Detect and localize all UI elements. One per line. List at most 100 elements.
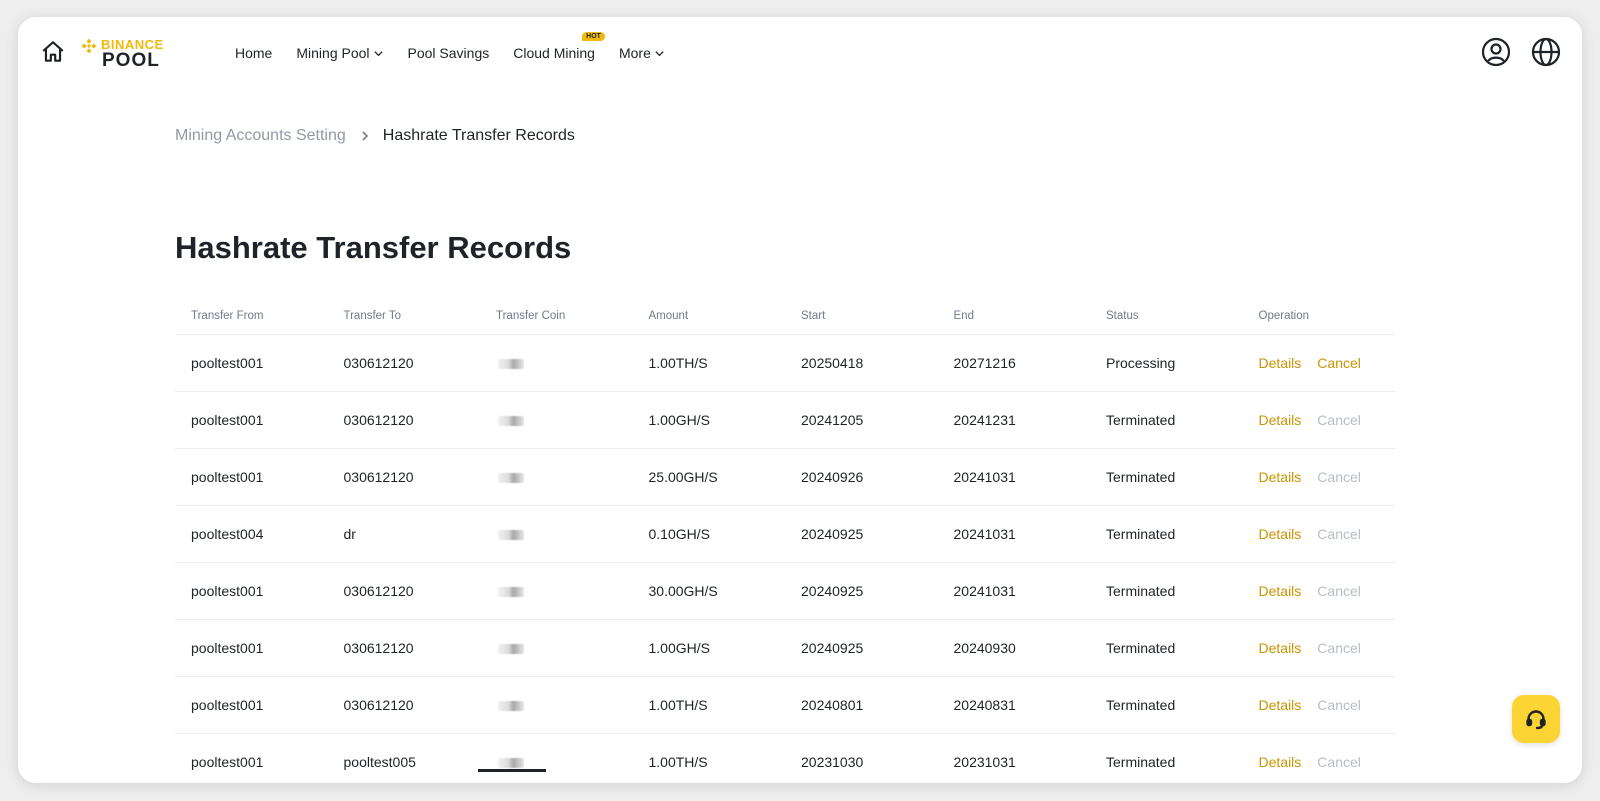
cell-transfer-from: pooltest001 bbox=[191, 469, 264, 485]
cancel-link: Cancel bbox=[1317, 640, 1361, 656]
cell-amount: 0.10GH/S bbox=[648, 526, 710, 542]
details-link[interactable]: Details bbox=[1259, 526, 1302, 542]
details-link[interactable]: Details bbox=[1259, 583, 1302, 599]
cancel-link: Cancel bbox=[1317, 583, 1361, 599]
details-link[interactable]: Details bbox=[1259, 412, 1302, 428]
breadcrumb-parent-link[interactable]: Mining Accounts Setting bbox=[175, 127, 346, 145]
cell-start: 20250418 bbox=[801, 355, 864, 371]
cell-status: Processing bbox=[1106, 355, 1176, 371]
nav-home-label: Home bbox=[235, 45, 273, 61]
cell-start: 20240926 bbox=[801, 469, 864, 485]
cell-end: 20241231 bbox=[953, 412, 1016, 428]
redacted-coin-icon bbox=[498, 530, 524, 540]
cell-amount: 1.00GH/S bbox=[648, 412, 710, 428]
cell-transfer-to: pooltest005 bbox=[343, 754, 416, 770]
cell-amount: 1.00GH/S bbox=[648, 640, 710, 656]
binance-pool-logo[interactable]: BINANCE POOL bbox=[80, 35, 190, 75]
cell-end: 20241031 bbox=[953, 469, 1016, 485]
redacted-coin-icon bbox=[498, 644, 524, 654]
cell-operation: Details Cancel bbox=[1243, 469, 1396, 485]
cell-transfer-from: pooltest001 bbox=[191, 697, 264, 713]
headset-icon bbox=[1526, 710, 1546, 730]
cancel-link: Cancel bbox=[1317, 697, 1361, 713]
header-actions bbox=[1480, 36, 1562, 68]
cell-operation: Details Cancel bbox=[1243, 526, 1396, 542]
cell-operation: Details Cancel bbox=[1243, 697, 1396, 713]
home-icon[interactable] bbox=[40, 39, 66, 65]
cell-operation: Details Cancel bbox=[1243, 355, 1396, 371]
cell-transfer-to: 030612120 bbox=[343, 412, 414, 428]
scroll-indicator[interactable] bbox=[478, 769, 546, 772]
top-nav-bar: BINANCE POOL Home Mining Pool Pool Savin… bbox=[18, 17, 1582, 89]
table-row: pooltest001 030612120 30.00GH/S 20240925 202… bbox=[175, 563, 1395, 620]
cell-transfer-from: pooltest001 bbox=[191, 583, 264, 599]
cell-transfer-coin bbox=[480, 506, 633, 562]
redacted-coin-icon bbox=[498, 416, 524, 426]
column-header-status: Status bbox=[1106, 309, 1139, 322]
table-row: pooltest001 030612120 25.00GH/S 20240926 202… bbox=[175, 449, 1395, 506]
column-header-transfer-to: Transfer To bbox=[343, 309, 402, 322]
nav-cloud-mining[interactable]: Cloud Mining HOT bbox=[513, 32, 605, 61]
cell-operation: Details Cancel bbox=[1243, 412, 1396, 428]
column-header-transfer-coin: Transfer Coin bbox=[496, 309, 566, 322]
cancel-link[interactable]: Cancel bbox=[1317, 355, 1361, 371]
chevron-down-icon bbox=[373, 50, 383, 56]
details-link[interactable]: Details bbox=[1259, 355, 1302, 371]
cell-transfer-from: pooltest004 bbox=[191, 526, 264, 542]
cell-transfer-to: 030612120 bbox=[343, 640, 414, 656]
account-icon[interactable] bbox=[1480, 36, 1512, 68]
nav-mining-pool[interactable]: Mining Pool bbox=[296, 45, 383, 61]
cell-start: 20240925 bbox=[801, 526, 864, 542]
page-title: Hashrate Transfer Records bbox=[175, 230, 572, 265]
cell-status: Terminated bbox=[1106, 754, 1176, 770]
hot-badge: HOT bbox=[582, 32, 605, 41]
cell-amount: 30.00GH/S bbox=[648, 583, 718, 599]
cell-transfer-from: pooltest001 bbox=[191, 412, 264, 428]
table-row: pooltest001 030612120 1.00TH/S 20240801 2024… bbox=[175, 677, 1395, 734]
cell-start: 20231030 bbox=[801, 754, 864, 770]
nav-pool-savings[interactable]: Pool Savings bbox=[408, 45, 490, 61]
redacted-coin-icon bbox=[498, 758, 524, 768]
redacted-coin-icon bbox=[498, 359, 524, 369]
nav-cloud-mining-label: Cloud Mining bbox=[513, 45, 595, 61]
cell-transfer-coin bbox=[480, 677, 633, 733]
details-link[interactable]: Details bbox=[1259, 697, 1302, 713]
cell-status: Terminated bbox=[1106, 697, 1176, 713]
cell-amount: 25.00GH/S bbox=[648, 469, 718, 485]
cell-status: Terminated bbox=[1106, 526, 1176, 542]
redacted-coin-icon bbox=[498, 473, 524, 483]
cell-transfer-from: pooltest001 bbox=[191, 754, 264, 770]
column-header-end: End bbox=[953, 309, 974, 322]
cell-transfer-from: pooltest001 bbox=[191, 640, 264, 656]
app-window: BINANCE POOL Home Mining Pool Pool Savin… bbox=[18, 17, 1582, 783]
breadcrumb: Mining Accounts Setting Hashrate Transfe… bbox=[175, 127, 575, 145]
cell-end: 20240930 bbox=[953, 640, 1016, 656]
column-header-amount: Amount bbox=[648, 309, 689, 322]
cell-operation: Details Cancel bbox=[1243, 583, 1396, 599]
nav-home[interactable]: Home bbox=[235, 45, 272, 61]
main-nav: Home Mining Pool Pool Savings Cloud Mini… bbox=[235, 17, 689, 89]
table-body: pooltest001 030612120 1.00TH/S 20250418 2027… bbox=[175, 335, 1395, 783]
details-link[interactable]: Details bbox=[1259, 640, 1302, 656]
column-header-start: Start bbox=[801, 309, 826, 322]
details-link[interactable]: Details bbox=[1259, 754, 1302, 770]
globe-icon[interactable] bbox=[1530, 36, 1562, 68]
breadcrumb-current: Hashrate Transfer Records bbox=[382, 127, 575, 144]
cell-end: 20240831 bbox=[953, 697, 1016, 713]
nav-more[interactable]: More bbox=[619, 45, 665, 61]
logo-product-text: POOL bbox=[102, 50, 160, 71]
cell-status: Terminated bbox=[1106, 640, 1176, 656]
cell-operation: Details Cancel bbox=[1243, 640, 1396, 656]
cell-end: 20271216 bbox=[953, 355, 1016, 371]
nav-more-label: More bbox=[618, 45, 651, 61]
cell-transfer-to: 030612120 bbox=[343, 355, 414, 371]
details-link[interactable]: Details bbox=[1259, 469, 1302, 485]
cell-end: 20241031 bbox=[953, 583, 1016, 599]
cell-operation: Details Cancel bbox=[1243, 754, 1396, 770]
cell-end: 20241031 bbox=[953, 526, 1016, 542]
cell-transfer-to: dr bbox=[343, 526, 356, 542]
cell-transfer-coin bbox=[480, 392, 633, 448]
cell-end: 20231031 bbox=[953, 754, 1016, 770]
support-chat-button[interactable] bbox=[1512, 695, 1560, 743]
cell-transfer-coin bbox=[480, 734, 633, 783]
